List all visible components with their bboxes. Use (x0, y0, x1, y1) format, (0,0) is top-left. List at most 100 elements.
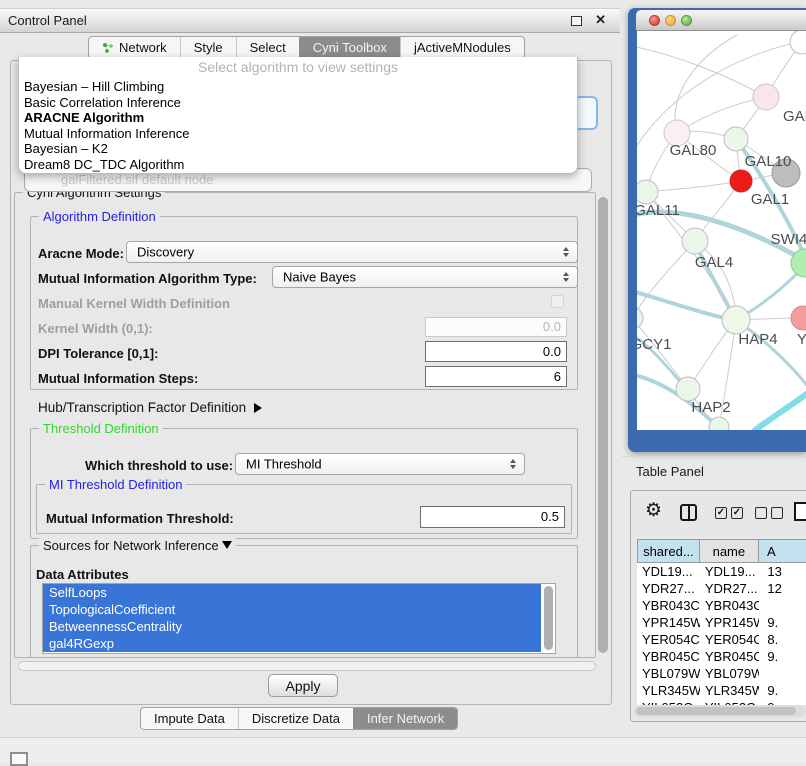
column-header-shared[interactable]: shared... (637, 539, 700, 563)
apply-button[interactable]: Apply (268, 674, 338, 697)
table-row[interactable]: YBL079WYBL079W (637, 665, 806, 682)
column-header-a[interactable]: A (759, 539, 806, 563)
hub-definition-label[interactable]: Hub/Transcription Factor Definition (38, 400, 262, 415)
table-cell: YBR045C (700, 648, 760, 665)
table-cell: YBR043C (637, 597, 700, 614)
mi-steps-field[interactable]: 6 (425, 366, 567, 387)
network-node-gal[interactable] (753, 84, 779, 110)
algorithm-option-mutual-information-inference[interactable]: Mutual Information Inference (21, 126, 575, 142)
tab-impute-data[interactable]: Impute Data (141, 708, 238, 729)
table-scrollbar-thumb[interactable] (636, 707, 796, 715)
sources-title[interactable]: Sources for Network Inference (39, 538, 236, 553)
tab-label: Discretize Data (252, 711, 340, 726)
tab-discretize-data[interactable]: Discretize Data (238, 708, 353, 729)
tab-cyni-toolbox[interactable]: Cyni Toolbox (299, 37, 400, 58)
algorithm-option-dream8-dc-tdc-algorithm[interactable]: Dream8 DC_TDC Algorithm (21, 157, 575, 173)
attribute-option-betweennesscentrality[interactable]: BetweennessCentrality (43, 618, 541, 635)
tab-jactivemnodules[interactable]: jActiveMNodules (400, 37, 524, 58)
which-threshold-value: MI Threshold (246, 457, 322, 472)
table-cell: 13 (759, 563, 806, 580)
close-panel-icon[interactable]: ✕ (595, 12, 606, 28)
manual-kernel-width-checkbox[interactable] (551, 295, 564, 308)
network-node-y[interactable] (791, 306, 806, 330)
table-row[interactable]: YDL19...YDL19...13 (637, 563, 806, 580)
algorithm-option-bayesian-hill-climbing[interactable]: Bayesian – Hill Climbing (21, 79, 575, 95)
network-node-gal1[interactable] (730, 170, 752, 192)
network-node-gal4[interactable] (682, 228, 708, 254)
minimized-panel-icon[interactable] (10, 752, 28, 766)
float-panel-icon[interactable] (571, 16, 582, 26)
table-row[interactable]: YPR145WYPR145W9. (637, 614, 806, 631)
table-row[interactable]: YLR345WYLR345W9. (637, 682, 806, 699)
attribute-option-selfloops[interactable]: SelfLoops (43, 584, 541, 601)
hub-definition-text: Hub/Transcription Factor Definition (38, 400, 246, 415)
zoom-window-icon[interactable] (681, 15, 692, 26)
tab-infer-network[interactable]: Infer Network (353, 708, 457, 729)
table-cell: YBR043C (700, 597, 760, 614)
network-node[interactable] (790, 31, 806, 54)
algorithm-option-basic-correlation-inference[interactable]: Basic Correlation Inference (21, 95, 575, 111)
collapse-down-icon[interactable] (222, 541, 232, 549)
gear-icon[interactable]: ⚙ (645, 499, 662, 522)
network-window-titlebar[interactable] (636, 10, 806, 31)
table-cell: YER054C (700, 631, 760, 648)
node-label: Y (797, 331, 806, 348)
table-row[interactable]: YBR045CYBR045C9. (637, 648, 806, 665)
network-node-gal10[interactable] (724, 127, 748, 151)
aracne-mode-select[interactable]: Discovery (126, 241, 578, 263)
node-label: GCY1 (637, 336, 671, 353)
network-window[interactable]: GALGAL80GAL10GAL1GAL11SWI4GAL4GCY1HAP4YH… (628, 8, 806, 452)
network-canvas[interactable]: GALGAL80GAL10GAL1GAL11SWI4GAL4GCY1HAP4YH… (637, 31, 806, 430)
table-cell: YBL079W (637, 665, 700, 682)
tab-label: Network (119, 40, 167, 55)
settings-horizontal-scrollbar[interactable] (18, 661, 596, 671)
table-cell: 8. (759, 631, 806, 648)
algorithm-option-aracne-algorithm[interactable]: ARACNE Algorithm (21, 110, 575, 126)
data-attributes-list[interactable]: SelfLoopsTopologicalCoefficientBetweenne… (42, 583, 556, 654)
stepper-icon (563, 247, 569, 257)
dpi-tolerance-field[interactable]: 0.0 (425, 341, 567, 362)
data-attributes-label: Data Attributes (36, 567, 129, 582)
table-row[interactable]: YER054CYER054C8. (637, 631, 806, 648)
node-label: HAP2 (691, 399, 730, 416)
table-cell: YBL079W (700, 665, 760, 682)
mi-threshold-field[interactable]: 0.5 (420, 506, 565, 528)
tab-select[interactable]: Select (236, 37, 299, 58)
algorithm-dropdown[interactable]: Select algorithm to view settings Bayesi… (18, 57, 578, 174)
attribute-option-topologicalcoefficient[interactable]: TopologicalCoefficient (43, 601, 541, 618)
table-cell: YER054C (637, 631, 700, 648)
kernel-width-field[interactable]: 0.0 (425, 317, 567, 337)
network-node-hap4[interactable] (722, 306, 750, 334)
new-table-icon[interactable] (794, 502, 806, 521)
split-columns-icon[interactable] (680, 504, 697, 521)
minimize-window-icon[interactable] (665, 15, 676, 26)
close-window-icon[interactable] (649, 15, 660, 26)
tab-network[interactable]: Network (89, 37, 180, 58)
mi-algorithm-type-label: Mutual Information Algorithm Type: (38, 271, 257, 286)
network-node-hap2[interactable] (676, 377, 700, 401)
mi-algorithm-type-select[interactable]: Naive Bayes (272, 266, 578, 288)
table-cell: YLR345W (637, 682, 700, 699)
which-threshold-select[interactable]: MI Threshold (235, 453, 525, 475)
expand-right-icon[interactable] (254, 403, 262, 413)
network-node-gcy1[interactable] (637, 307, 643, 329)
attributes-scrollbar[interactable] (544, 586, 553, 650)
select-all-columns-icon[interactable]: ✓ ✓ (715, 507, 743, 519)
deselect-all-columns-icon[interactable] (755, 507, 783, 519)
column-header-name[interactable]: name (700, 539, 759, 563)
algorithm-option-bayesian-k2[interactable]: Bayesian – K2 (21, 141, 575, 157)
aracne-mode-label: Aracne Mode: (38, 246, 124, 261)
attribute-option-gal4rgexp[interactable]: gal4RGexp (43, 635, 541, 652)
checked-box-icon: ✓ (731, 507, 743, 519)
table-row[interactable]: YDR27...YDR27...12 (637, 580, 806, 597)
checked-box-icon: ✓ (715, 507, 727, 519)
network-node-gal11[interactable] (637, 180, 658, 204)
settings-vertical-scrollbar[interactable] (598, 197, 608, 653)
table-row[interactable]: YBR043CYBR043C (637, 597, 806, 614)
table-cell: 12 (759, 580, 806, 597)
tab-style[interactable]: Style (180, 37, 236, 58)
unchecked-box-icon (771, 507, 783, 519)
tab-label: Infer Network (367, 711, 444, 726)
node-table: shared...nameA YDL19...YDL19...13YDR27..… (637, 539, 806, 705)
table-horizontal-scrollbar[interactable] (634, 705, 806, 717)
